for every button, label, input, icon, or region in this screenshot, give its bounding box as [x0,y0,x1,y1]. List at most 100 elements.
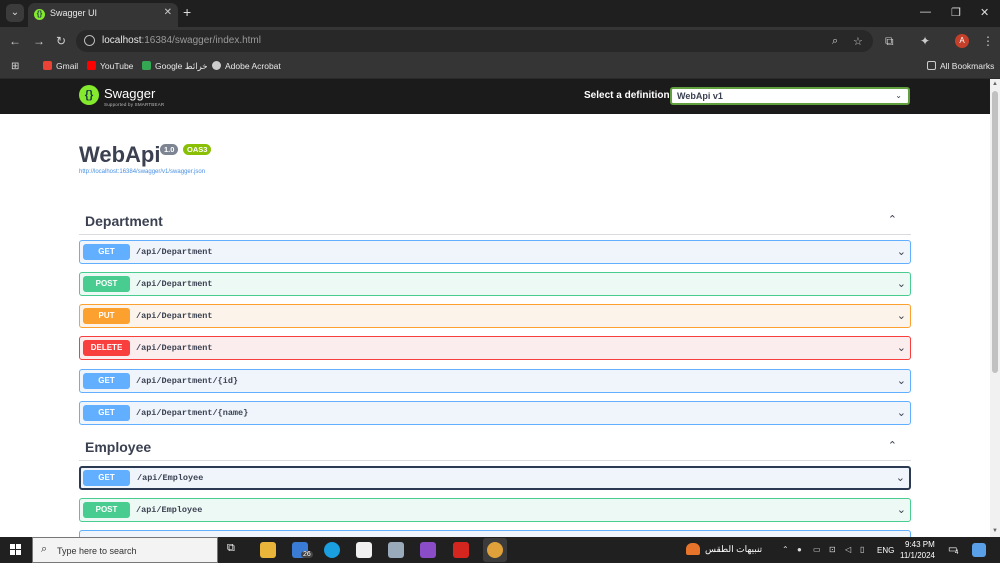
swagger-brand: Swagger [104,86,156,101]
page-scrollbar[interactable]: ▲ ▼ [990,79,1000,537]
section-title: Department [85,213,163,229]
chevron-up-icon[interactable]: ⌃ [888,439,897,452]
chrome-icon[interactable] [487,542,503,558]
minimize-icon[interactable]: — [920,6,931,18]
section-employee[interactable]: Employee ⌃ [79,435,911,461]
menu-icon[interactable]: ⋮ [982,34,994,48]
scroll-up-icon[interactable]: ▲ [992,81,998,87]
search-placeholder: Type here to search [57,546,137,556]
forward-icon[interactable]: → [33,34,45,48]
method-badge: PUT [83,308,130,324]
operation-path: /api/Employee [137,473,204,483]
restore-icon[interactable]: ❐ [951,6,961,19]
chevron-down-icon[interactable]: ⌄ [896,471,905,484]
operation-row[interactable]: GET /api/Department ⌄ [79,240,911,264]
reload-icon[interactable]: ↻ [56,34,66,48]
back-icon[interactable]: ← [9,34,21,48]
clock-date[interactable]: 11/1/2024 [900,551,935,560]
oas-badge: OAS3 [183,144,212,155]
windows-start-icon[interactable] [10,544,22,556]
acrobat-taskbar-icon[interactable] [453,542,469,558]
operation-row[interactable]: DELETE /api/Department ⌄ [79,336,911,360]
bookmark-gmail[interactable]: Gmail [43,61,78,71]
tab-title: Swagger UI [50,8,98,18]
method-badge: POST [83,502,130,518]
scroll-thumb[interactable] [992,91,998,373]
clock-time[interactable]: 9:43 PM [905,540,935,549]
chevron-down-icon[interactable]: ⌄ [897,374,906,387]
weather-text[interactable]: تنبيهات الطقس [705,544,762,555]
tab-swagger[interactable]: {} Swagger UI ✕ [28,3,178,27]
chevron-up-icon[interactable]: ⌃ [888,213,897,226]
zoom-icon[interactable]: ⌕ [832,35,838,48]
operation-row[interactable]: POST /api/Department ⌄ [79,272,911,296]
maps-icon [142,61,151,70]
search-icon: ⌕ [41,543,48,555]
bookmark-google-maps[interactable]: Google خرائط [142,61,208,72]
visual-studio-icon[interactable] [420,542,436,558]
method-badge: POST [83,276,130,292]
bookmark-star-icon[interactable]: ☆ [853,35,863,48]
network-icon[interactable]: ⊡ [829,545,836,554]
file-explorer-icon[interactable] [260,542,276,558]
chevron-down-icon[interactable]: ⌄ [897,309,906,322]
volume-icon[interactable]: ◁ [845,545,851,554]
operation-path: /api/Employee [136,505,203,515]
all-bookmarks[interactable]: All Bookmarks [927,61,994,71]
bookmark-youtube[interactable]: YouTube [87,61,133,71]
operation-path: /api/Department [136,311,213,321]
reading-list-icon[interactable]: ✦ [920,34,930,48]
extensions-icon[interactable]: ⧉ [885,34,894,49]
operation-row[interactable]: GET /api/Department/{id} ⌄ [79,369,911,393]
tray-monitor-icon[interactable]: ▭ [813,545,821,554]
swagger-topbar: {} Swagger Supported by SMARTBEAR Select… [0,79,990,114]
chevron-down-icon[interactable]: ⌄ [897,341,906,354]
battery-icon[interactable]: ▯ [860,545,864,554]
chevron-down-icon[interactable]: ⌄ [897,277,906,290]
url-text[interactable]: localhost:16384/swagger/index.html [102,35,261,46]
operation-path: /api/Department [136,279,213,289]
scroll-down-icon[interactable]: ▼ [992,528,998,534]
section-department[interactable]: Department ⌃ [79,209,911,235]
operation-row[interactable]: POST /api/Employee ⌄ [79,498,911,522]
swagger-brand-by: Supported by SMARTBEAR [104,102,165,107]
chevron-down-icon[interactable]: ⌄ [897,245,906,258]
taskbar-search-input[interactable]: ⌕ Type here to search [32,537,218,563]
operation-row[interactable]: GET /api/Department/{name} ⌄ [79,401,911,425]
weather-icon[interactable] [686,543,700,555]
task-view-icon[interactable]: ⧉ [227,542,243,558]
chevron-down-icon[interactable]: ⌄ [897,406,906,419]
new-tab-button[interactable]: + [183,4,191,20]
tab-search-button[interactable]: ⌄ [6,4,24,22]
definition-select[interactable]: WebApi v1 ⌄ [670,87,910,105]
spec-url-link[interactable]: http://localhost:16384/swagger/v1/swagge… [79,169,205,175]
operation-row-partial[interactable] [79,530,911,537]
method-badge: DELETE [83,340,130,356]
swagger-logo-icon[interactable]: {} [79,85,99,105]
profile-avatar[interactable]: A [955,34,969,48]
operation-path: /api/Department/{id} [136,376,239,386]
store-icon[interactable] [356,542,372,558]
tray-app-icon[interactable]: ● [797,545,802,554]
method-badge: GET [83,405,130,421]
edge-icon[interactable] [324,542,340,558]
api-title: WebApi [79,142,161,167]
tray-chevron-icon[interactable]: ⌃ [782,545,789,554]
copilot-icon[interactable] [972,543,986,557]
taskbar: ⌕ Type here to search ⧉ 26 تنبيهات الطقس… [0,537,1000,563]
operation-row[interactable]: PUT /api/Department ⌄ [79,304,911,328]
chevron-down-icon[interactable]: ⌄ [897,503,906,516]
section-title: Employee [85,439,152,455]
address-bar[interactable]: localhost:16384/swagger/index.html ⌕ ☆ [76,30,873,52]
acrobat-icon [212,61,221,70]
operation-row[interactable]: GET /api/Employee ⌄ [79,466,911,490]
apps-grid-icon[interactable]: ⊞ [11,61,19,72]
window-close-icon[interactable]: ✕ [980,6,989,19]
close-icon[interactable]: ✕ [164,7,172,18]
bookmark-adobe-acrobat[interactable]: Adobe Acrobat [212,61,281,71]
remote-desktop-icon[interactable] [388,542,404,558]
language-indicator[interactable]: ENG [877,546,894,555]
operation-path: /api/Department/{name} [136,408,249,418]
site-info-icon[interactable] [84,35,95,46]
page-viewport: {} Swagger Supported by SMARTBEAR Select… [0,79,990,537]
